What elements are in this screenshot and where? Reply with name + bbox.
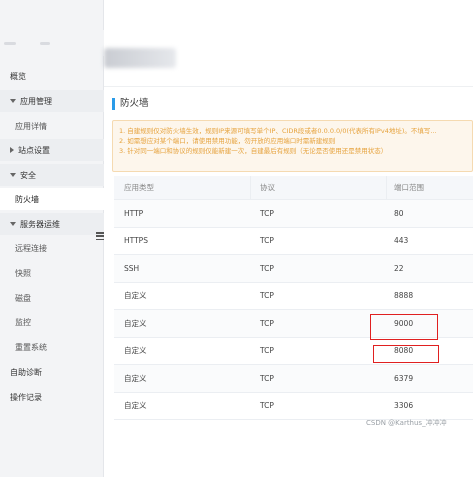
cell-port: 443 [394, 236, 409, 246]
sidebar: 概览 应用管理 应用详情 站点设置 安全 防火墙 服务器运维 远程连接 快照 磁… [0, 0, 104, 477]
sidebar-item-site-settings[interactable]: 站点设置 [0, 139, 104, 161]
header-port-range[interactable]: 端口范围 [394, 176, 424, 199]
cell-app-type: SSH [124, 263, 140, 273]
cell-port: 3306 [394, 401, 414, 411]
sidebar-item-snapshot[interactable]: 快照 [0, 262, 104, 284]
table-row: SSH TCP 22 [114, 255, 473, 283]
cell-port: 22 [394, 263, 404, 273]
sidebar-logo-area [0, 30, 104, 56]
sidebar-item-overview[interactable]: 概览 [0, 65, 104, 87]
sidebar-item-self-diagnosis[interactable]: 自助诊断 [0, 361, 104, 383]
header-app-type[interactable]: 应用类型 [124, 176, 154, 199]
sidebar-item-firewall[interactable]: 防火墙 [0, 188, 104, 210]
sidebar-item-label: 磁盘 [15, 293, 31, 303]
notice-line: 1. 自建规则仅对防火墙生效，规则IP来源可填写单个IP、CIDR段或者0.0.… [119, 127, 437, 135]
cell-port: 80 [394, 208, 404, 218]
sidebar-item-server-ops[interactable]: 服务器运维 [0, 213, 104, 235]
sidebar-item-reset-system[interactable]: 重置系统 [0, 336, 104, 358]
top-header [104, 0, 473, 42]
cell-port: 6379 [394, 373, 414, 383]
table-row: HTTP TCP 80 [114, 200, 473, 228]
cell-protocol: TCP [260, 208, 274, 218]
cell-protocol: TCP [260, 318, 274, 328]
sidebar-item-app-management[interactable]: 应用管理 [0, 90, 104, 112]
sidebar-item-label: 快照 [15, 268, 31, 278]
sidebar-item-operation-log[interactable]: 操作记录 [0, 386, 104, 408]
sidebar-item-label: 监控 [15, 317, 31, 327]
table-row: HTTPS TCP 443 [114, 228, 473, 255]
sidebar-item-label: 自助诊断 [10, 367, 42, 377]
chevron-right-icon [10, 147, 14, 153]
sidebar-item-app-details[interactable]: 应用详情 [0, 115, 104, 137]
sidebar-item-label: 安全 [20, 170, 36, 180]
table-row: 自定义 TCP 3306 [114, 393, 473, 420]
sidebar-item-disk[interactable]: 磁盘 [0, 287, 104, 309]
cell-app-type: 自定义 [124, 373, 147, 383]
watermark: CSDN @Karthus_冲冲冲 [366, 419, 447, 427]
sidebar-item-monitor[interactable]: 监控 [0, 311, 104, 333]
sidebar-item-label: 防火墙 [15, 194, 39, 204]
chevron-down-icon [10, 222, 16, 226]
title-accent-bar [112, 98, 115, 110]
cell-protocol: TCP [260, 263, 274, 273]
sidebar-item-label: 概览 [10, 71, 26, 81]
highlight-box-9000 [370, 314, 438, 340]
sidebar-item-label: 应用详情 [15, 121, 47, 131]
sidebar-item-label: 服务器运维 [20, 219, 60, 229]
sidebar-item-remote-connection[interactable]: 远程连接 [0, 237, 104, 259]
cell-protocol: TCP [260, 346, 274, 356]
cell-app-type: 自定义 [124, 291, 147, 301]
notice-box: 1. 自建规则仅对防火墙生效，规则IP来源可填写单个IP、CIDR段或者0.0.… [112, 120, 473, 172]
chevron-down-icon [10, 99, 16, 103]
highlight-box-8080 [373, 345, 439, 363]
cell-app-type: HTTPS [124, 236, 148, 246]
instance-name-blurred [104, 48, 176, 68]
menu-toggle-icon[interactable] [96, 232, 104, 241]
sidebar-item-security[interactable]: 安全 [0, 164, 104, 186]
cell-protocol: TCP [260, 373, 274, 383]
cell-port: 8888 [394, 291, 414, 301]
cell-app-type: HTTP [124, 208, 144, 218]
sidebar-item-label: 重置系统 [15, 342, 47, 352]
table-header-row: 应用类型 协议 端口范围 [114, 176, 473, 200]
page-title: 防火墙 [120, 98, 149, 109]
sidebar-item-label: 应用管理 [20, 96, 52, 106]
header-protocol[interactable]: 协议 [260, 176, 275, 199]
cell-protocol: TCP [260, 401, 274, 411]
table-row: 自定义 TCP 6379 [114, 365, 473, 393]
table-row: 自定义 TCP 8888 [114, 283, 473, 310]
divider [104, 86, 473, 87]
notice-line: 2. 如需想应对某个端口，请使用禁用功能，勿开放的应用端口时需新建规则 [119, 137, 336, 145]
cell-protocol: TCP [260, 236, 274, 246]
firewall-rules-table: 应用类型 协议 端口范围 HTTP TCP 80 HTTPS TCP 443 S… [114, 176, 473, 420]
sidebar-item-label: 站点设置 [18, 145, 50, 155]
notice-line: 3. 针对同一端口和协议的规则仅能新建一次，自建最后有规则（无论是否使用还是禁用… [119, 147, 388, 155]
chevron-down-icon [10, 173, 16, 177]
sidebar-item-label: 操作记录 [10, 392, 42, 402]
cell-protocol: TCP [260, 291, 274, 301]
sidebar-item-label: 远程连接 [15, 243, 47, 253]
cell-app-type: 自定义 [124, 401, 147, 411]
cell-app-type: 自定义 [124, 346, 147, 356]
app-page: 概览 应用管理 应用详情 站点设置 安全 防火墙 服务器运维 远程连接 快照 磁… [0, 0, 473, 477]
cell-app-type: 自定义 [124, 318, 147, 328]
